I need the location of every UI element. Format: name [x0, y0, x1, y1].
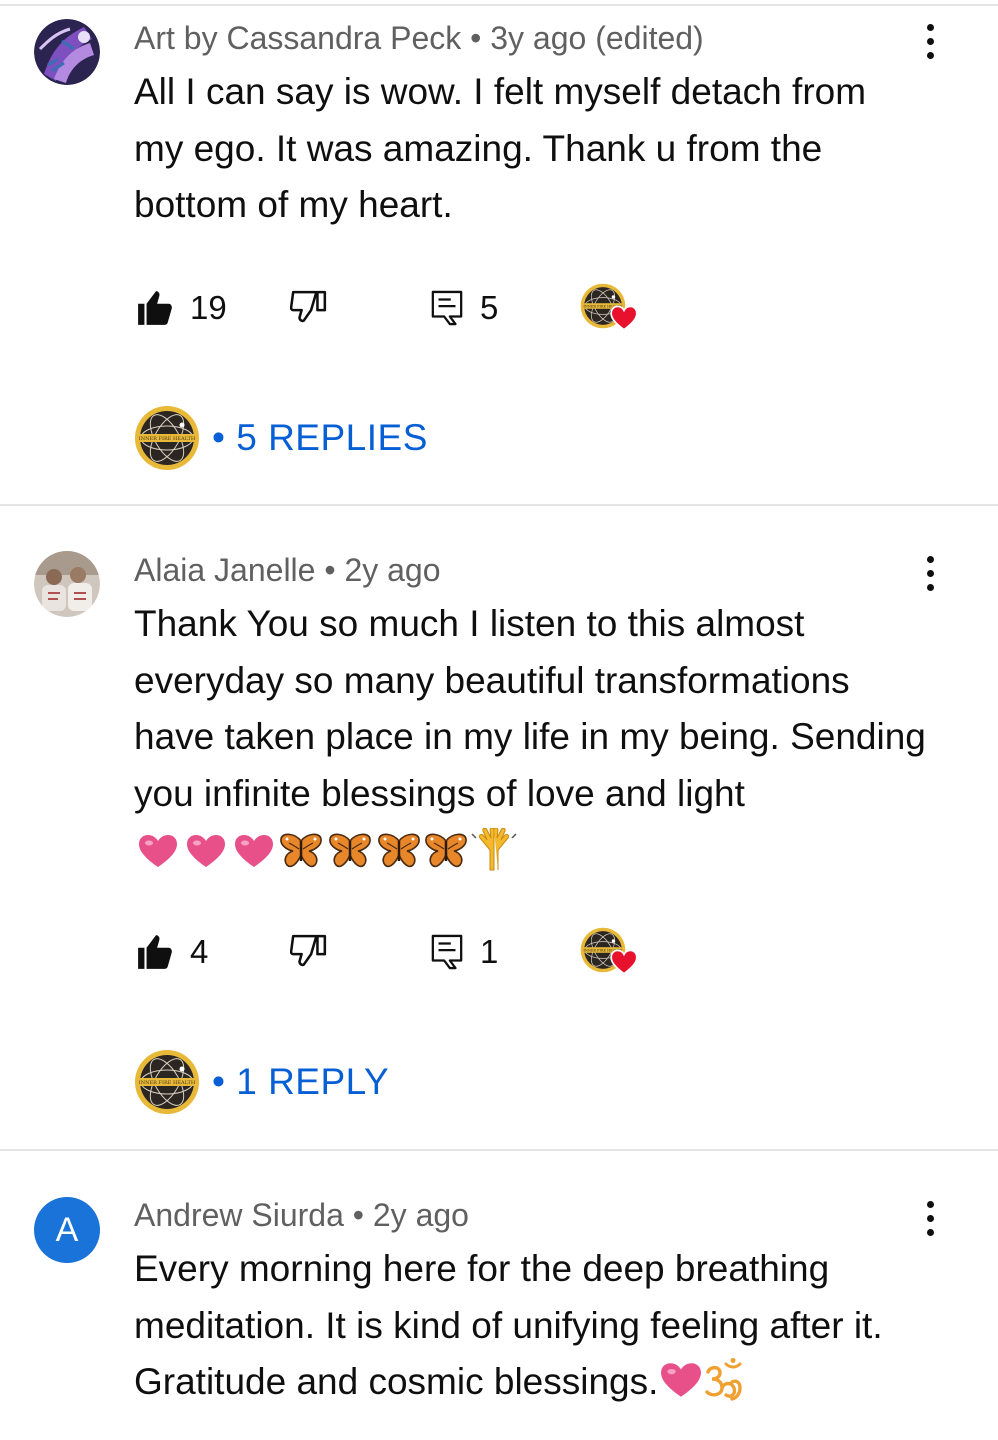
menu-dot — [926, 23, 934, 31]
comment-text: All I can say is wow. I felt myself deta… — [134, 71, 867, 225]
like-button[interactable]: 19 — [136, 283, 227, 333]
om-icon — [702, 1358, 746, 1402]
photo-avatar-icon — [34, 551, 100, 617]
view-replies-button[interactable]: • 1 REPLY — [134, 1049, 389, 1115]
author-name[interactable]: Alaia Janelle — [134, 552, 315, 588]
comment-thread: Art by Cassandra Peck • 3y ago (edited) … — [0, 0, 998, 506]
comment-thread: A Andrew Siurda • 2y ago Every morning h… — [0, 1151, 998, 1440]
menu-dot — [926, 569, 934, 577]
dislike-button[interactable] — [290, 927, 328, 977]
pink-heart-icon — [138, 834, 178, 868]
pink-heart-icon — [234, 834, 274, 868]
replies-count-label: 5 REPLIES — [236, 417, 428, 458]
comment-actions: 19 5 — [134, 283, 654, 333]
comment-text: Thank You so much I listen to this almos… — [134, 603, 926, 814]
meta-separator: • — [461, 20, 491, 56]
thumb-up-icon — [136, 289, 174, 327]
menu-dot — [926, 583, 934, 591]
red-heart-icon — [610, 305, 638, 331]
comment-meta: Art by Cassandra Peck • 3y ago (edited) — [134, 18, 704, 58]
reply-button[interactable]: 1 — [430, 927, 498, 977]
comment-thread: Alaia Janelle • 2y ago Thank You so much… — [0, 506, 998, 1148]
replies-label: • 5 REPLIES — [212, 417, 428, 458]
comment-time: 2y ago — [372, 1197, 469, 1233]
menu-dot — [926, 555, 934, 563]
comment-meta: Alaia Janelle • 2y ago — [134, 550, 441, 590]
comment-time: 2y ago — [344, 552, 441, 588]
comment-actions: 4 1 — [134, 927, 654, 977]
reply-button[interactable]: 5 — [430, 283, 498, 333]
creator-heart — [580, 927, 640, 977]
butterfly-icon — [377, 833, 421, 869]
menu-dot — [926, 51, 934, 59]
comment-text: Every morning here for the deep breathin… — [134, 1241, 964, 1411]
channel-avatar — [134, 405, 200, 471]
comment-meta: Andrew Siurda • 2y ago — [134, 1195, 469, 1235]
raising-hands-icon — [470, 828, 518, 872]
creator-heart — [580, 283, 640, 333]
comment-menu-button[interactable] — [912, 1194, 948, 1242]
butterfly-icon — [328, 833, 372, 869]
menu-dot — [926, 37, 934, 45]
view-replies-button[interactable]: • 5 REPLIES — [134, 405, 428, 471]
butterfly-icon — [424, 833, 468, 869]
reply-count: 5 — [480, 289, 499, 326]
butterfly-icon — [279, 833, 323, 869]
avatar-letter: A — [55, 1210, 79, 1249]
avatar[interactable] — [34, 551, 100, 617]
reply-count: 1 — [480, 933, 499, 970]
dislike-button[interactable] — [290, 283, 328, 333]
avatar[interactable] — [34, 19, 100, 85]
author-name[interactable]: Art by Cassandra Peck — [134, 20, 461, 56]
author-name[interactable]: Andrew Siurda — [134, 1197, 344, 1233]
comment-time: 3y ago (edited) — [490, 20, 704, 56]
channel-logo-icon — [134, 1049, 200, 1115]
menu-dot — [926, 1214, 934, 1222]
red-heart-icon — [610, 949, 638, 975]
pink-heart-icon — [186, 834, 226, 868]
replies-label: • 1 REPLY — [212, 1061, 390, 1102]
thumb-down-icon — [290, 289, 328, 327]
like-count: 4 — [190, 933, 209, 970]
channel-avatar — [134, 1049, 200, 1115]
thumb-down-icon — [290, 933, 328, 971]
reply-icon — [430, 933, 464, 971]
comment-menu-button[interactable] — [912, 17, 948, 65]
menu-dot — [926, 1200, 934, 1208]
comment-menu-button[interactable] — [912, 549, 948, 597]
channel-logo-icon — [134, 405, 200, 471]
reply-icon — [430, 289, 464, 327]
thumb-up-icon — [136, 933, 174, 971]
purple-artwork-avatar-icon — [34, 19, 100, 85]
meta-separator: • — [343, 1197, 373, 1233]
like-button[interactable]: 4 — [136, 927, 208, 977]
meta-separator: • — [315, 552, 345, 588]
pink-heart-icon — [660, 1362, 702, 1398]
comment-text-content: Every morning here for the deep breathin… — [134, 1248, 883, 1402]
avatar[interactable]: A — [34, 1197, 100, 1263]
replies-count-label: 1 REPLY — [236, 1061, 390, 1102]
menu-dot — [926, 1228, 934, 1236]
like-count: 19 — [190, 289, 227, 326]
